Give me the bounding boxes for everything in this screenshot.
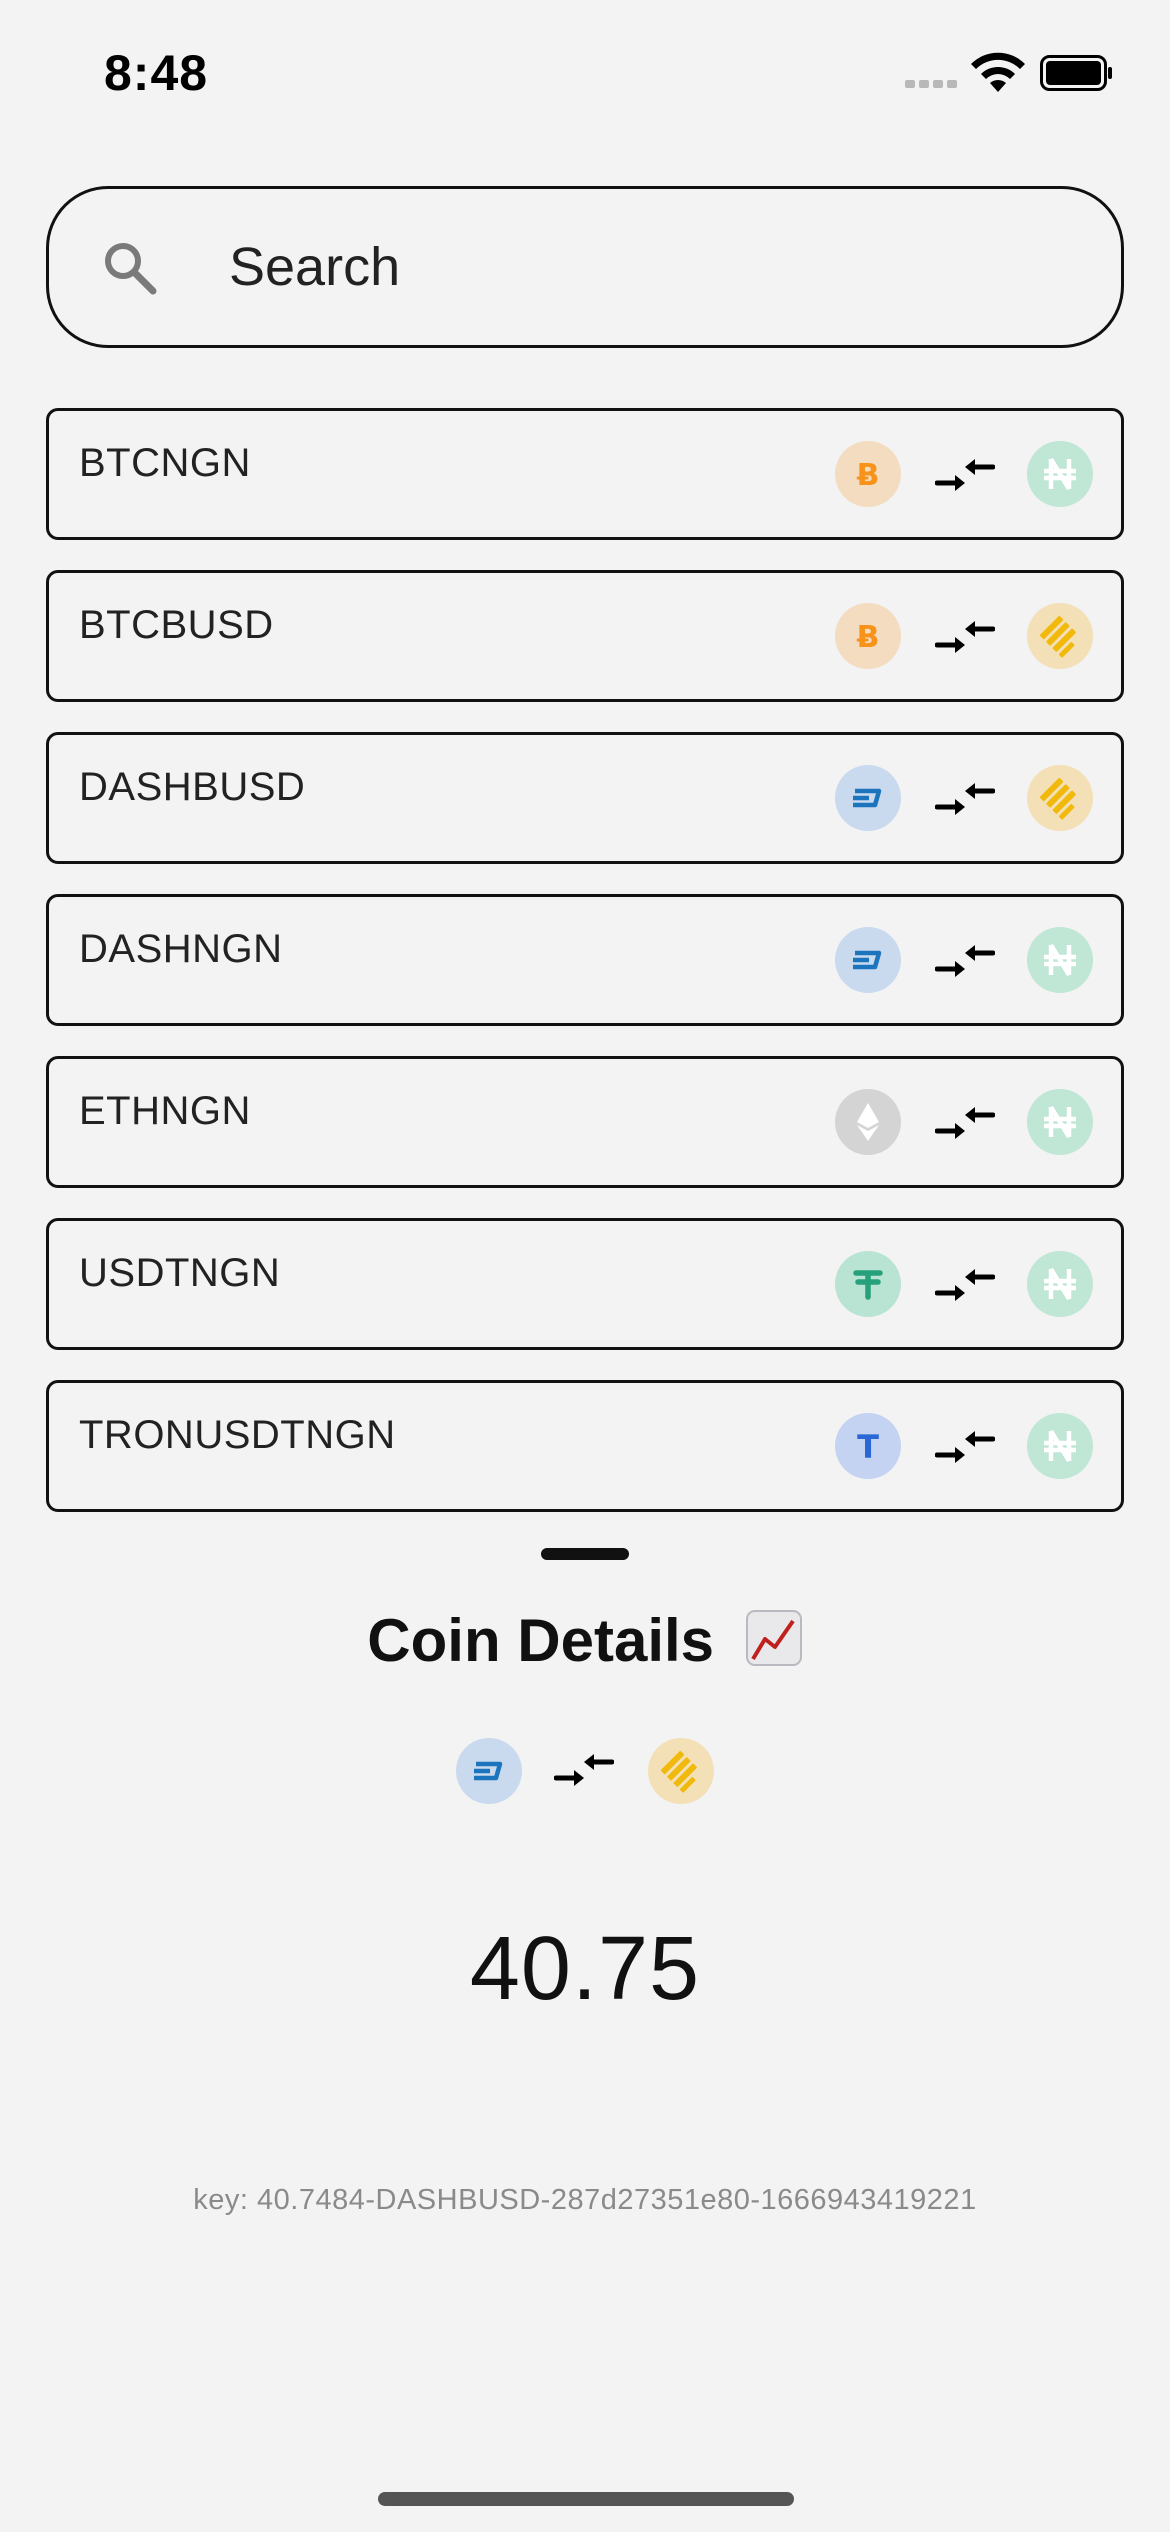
status-time: 8:48 [104,45,209,101]
swap-arrows-icon [935,1269,995,1301]
search-icon [105,243,157,295]
swap-arrows-icon [935,1431,995,1463]
naira-icon [1027,441,1093,507]
pair-label: BTCBUSD [79,603,274,647]
swap-arrows-icon [935,1107,995,1139]
pair-label: BTCNGN [79,441,251,485]
pair-label: DASHBUSD [79,765,306,809]
binance-usd-icon [648,1738,714,1804]
svg-text:Ƀ: Ƀ [857,620,880,655]
search-input[interactable] [229,225,1069,309]
pair-row[interactable]: TRONUSDTNGN T [46,1380,1124,1512]
pair-row[interactable]: DASHBUSD [46,732,1124,864]
pair-row[interactable]: BTCNGN Ƀ [46,408,1124,540]
bitcoin-icon: Ƀ [835,603,901,669]
pair-row[interactable]: BTCBUSD Ƀ [46,570,1124,702]
pair-label: TRONUSDTNGN [79,1413,396,1457]
dash-icon [456,1738,522,1804]
record-key: key: 40.7484-DASHBUSD-287d27351e80-16669… [193,2184,977,2216]
swap-arrows-icon [935,459,995,491]
pair-row[interactable]: ETHNGN [46,1056,1124,1188]
binance-usd-icon [1027,603,1093,669]
sheet-drag-handle[interactable] [541,1548,629,1560]
bitcoin-icon: Ƀ [835,441,901,507]
detail-pair-icons [0,1736,1170,1806]
pair-label: USDTNGN [79,1251,281,1295]
pair-list: BTCNGN Ƀ BTCBUSD Ƀ DASHBUSD DASHNGN ETHNGN USDT… [46,408,1124,1542]
naira-icon [1027,1089,1093,1155]
wifi-icon [971,52,1025,92]
dash-icon [835,765,901,831]
search-bar[interactable] [46,186,1124,348]
pair-label: ETHNGN [79,1089,251,1133]
swap-arrows-icon [935,945,995,977]
coin-details-title: Coin Details [0,1606,1170,1675]
cellular-signal-icon [905,80,957,88]
chart-increasing-icon [745,1610,802,1666]
binance-usd-icon [1027,765,1093,831]
naira-icon [1027,927,1093,993]
naira-icon [1027,1251,1093,1317]
dash-icon [835,927,901,993]
tron-icon: T [835,1413,901,1479]
pair-row[interactable]: USDTNGN [46,1218,1124,1350]
status-bar: 8:48 [0,0,1170,150]
swap-arrows-icon [554,1754,614,1786]
svg-text:T: T [857,1428,879,1466]
tether-icon [835,1251,901,1317]
svg-text:Ƀ: Ƀ [857,458,880,493]
swap-arrows-icon [935,783,995,815]
ethereum-icon [835,1089,901,1155]
pair-label: DASHNGN [79,927,283,971]
naira-icon [1027,1413,1093,1479]
coin-details-title-text: Coin Details [367,1607,715,1674]
swap-arrows-icon [935,621,995,653]
pair-row[interactable]: DASHNGN [46,894,1124,1026]
price-value: 40.75 [469,1919,701,2019]
home-indicator[interactable] [378,2492,794,2506]
battery-icon [1040,55,1112,91]
